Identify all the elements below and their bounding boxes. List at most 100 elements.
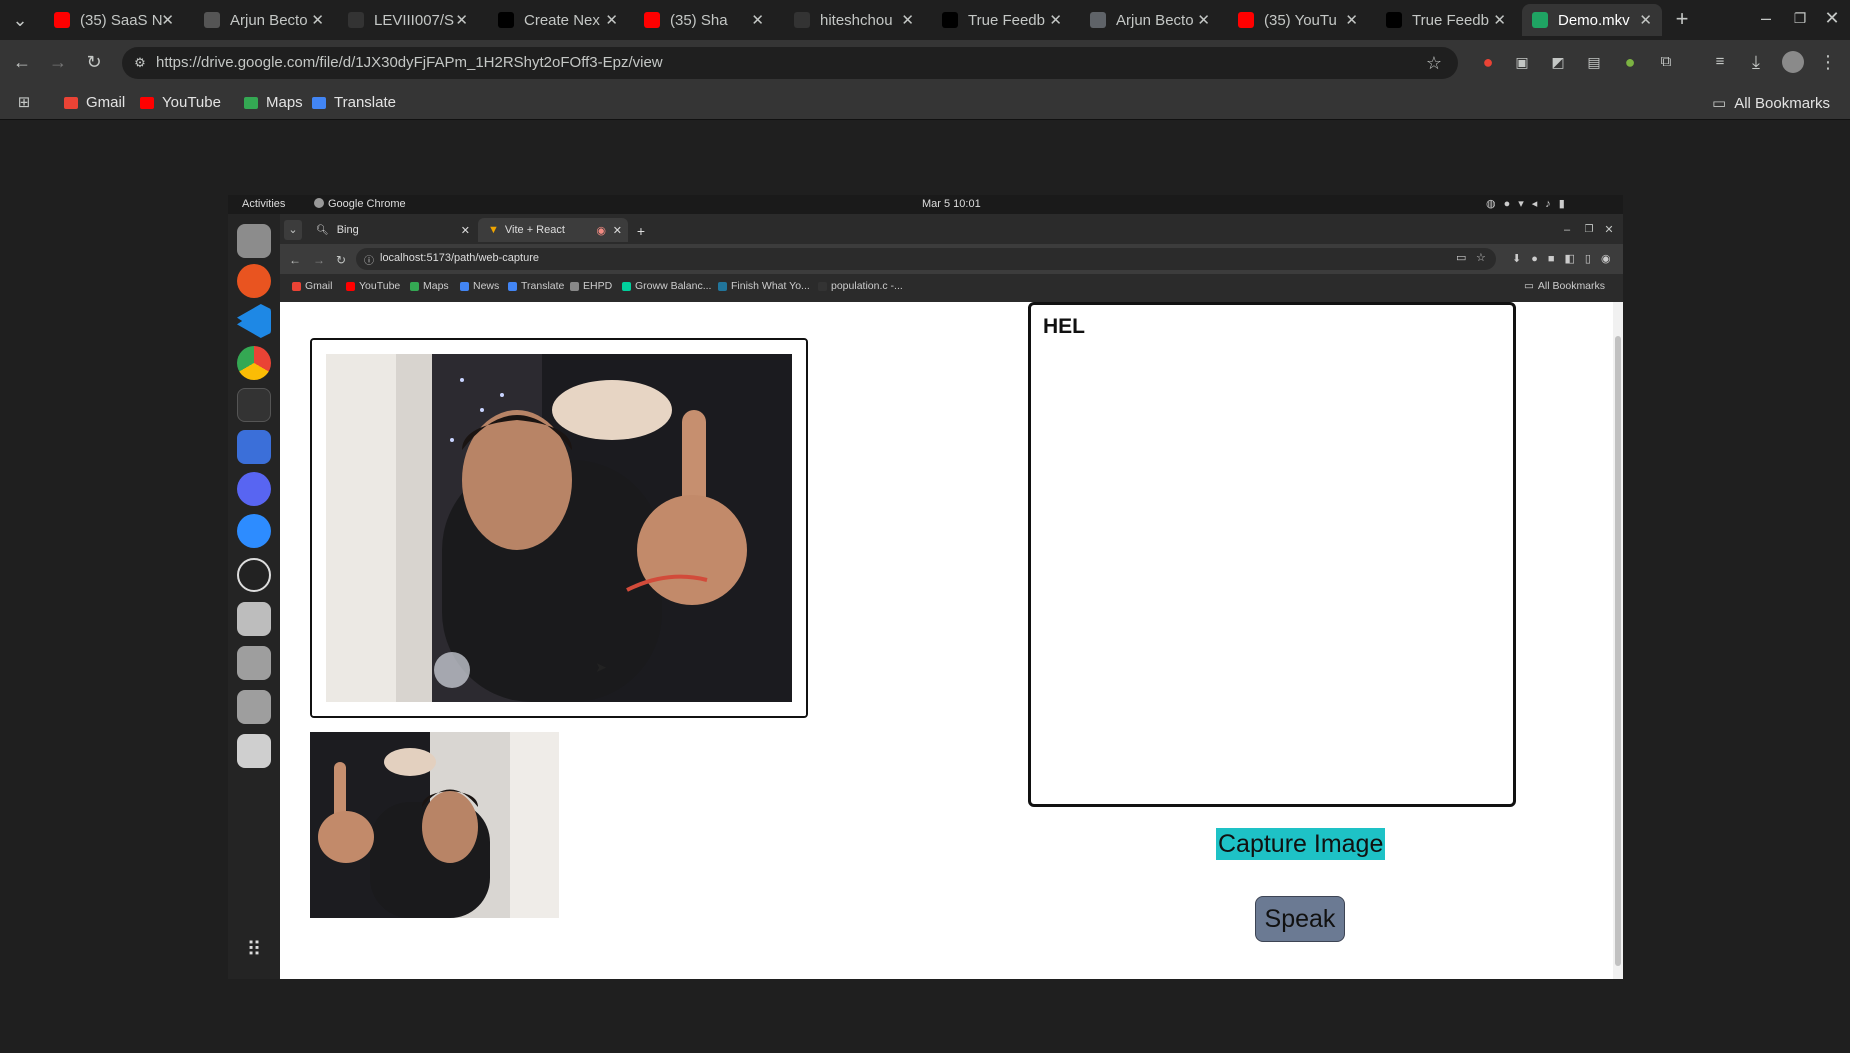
tab-search-icon[interactable]: ⌄ <box>10 10 30 30</box>
inner-bookmark[interactable]: Finish What Yo... <box>718 280 810 292</box>
media-control-icon[interactable]: ≡ <box>1710 52 1730 72</box>
close-tab-icon[interactable]: ✕ <box>901 11 914 29</box>
chrome-icon[interactable] <box>237 346 271 380</box>
bookmark-gmail[interactable]: Gmail <box>64 94 125 111</box>
close-window-icon[interactable]: ✕ <box>1822 8 1842 28</box>
extension-green-icon[interactable]: ● <box>1620 52 1640 72</box>
site-info-icon[interactable]: ⚙ <box>132 53 148 73</box>
extension-icon[interactable]: ▣ <box>1512 52 1532 72</box>
inner-bookmark[interactable]: Maps <box>410 280 449 292</box>
menu-kebab-icon[interactable]: ⋮ <box>1818 52 1838 72</box>
trash-icon[interactable] <box>237 734 271 768</box>
close-tab-icon[interactable]: ✕ <box>1049 11 1062 29</box>
browser-tab[interactable]: True Feedb ✕ <box>1376 4 1516 36</box>
folder-icon: ▭ <box>1712 95 1727 112</box>
all-bookmarks[interactable]: ▭ All Bookmarks <box>1712 94 1830 113</box>
inner-bookmark[interactable]: Gmail <box>292 280 332 292</box>
close-tab-icon[interactable]: ✕ <box>455 11 468 29</box>
browser-tab[interactable]: (35) Sha ✕ <box>634 4 774 36</box>
minimize-icon[interactable]: – <box>1756 8 1776 28</box>
browser-tab[interactable]: Create Nex ✕ <box>488 4 628 36</box>
apps-grid-icon[interactable]: ⊞ <box>14 93 34 113</box>
extension-red-icon[interactable]: ● <box>1478 52 1498 72</box>
editor-app-icon[interactable] <box>237 264 271 298</box>
inner-scrollbar-thumb[interactable] <box>1615 336 1621 966</box>
inner-bookmark[interactable]: Groww Balanc... <box>622 280 711 292</box>
ssd-drive-icon[interactable] <box>237 646 271 680</box>
close-tab-icon[interactable]: ✕ <box>1493 11 1506 29</box>
close-tab-icon[interactable]: ✕ <box>613 224 622 237</box>
bookmark-maps[interactable]: Maps <box>244 94 303 111</box>
inner-extensions[interactable]: ⬇●■◧▯◉⋮ <box>1512 252 1623 265</box>
close-tab-icon[interactable]: ✕ <box>1197 11 1210 29</box>
new-tab-icon[interactable]: + <box>1672 8 1692 30</box>
browser-tab[interactable]: Arjun Becto ✕ <box>1080 4 1220 36</box>
close-tab-icon[interactable]: ✕ <box>1639 11 1652 29</box>
inner-bookmark[interactable]: population.c -... <box>818 280 903 292</box>
show-apps-icon[interactable]: ⠿ <box>242 940 266 960</box>
text-file-icon[interactable] <box>237 602 271 636</box>
inner-reload-icon[interactable]: ↻ <box>334 250 348 270</box>
youtube-icon <box>140 96 154 109</box>
inner-star-icon[interactable]: ☆ <box>1476 251 1486 264</box>
inner-minimize-icon[interactable]: – <box>1560 220 1574 240</box>
inner-bookmark[interactable]: Translate <box>508 280 564 292</box>
browser-tab[interactable]: LEVIII007/S ✕ <box>338 4 478 36</box>
profile-avatar-icon[interactable] <box>1782 51 1804 73</box>
inner-close-icon[interactable]: ✕ <box>1602 220 1616 240</box>
extensions-puzzle-icon[interactable]: ⧉ <box>1656 52 1676 72</box>
speak-button[interactable]: Speak <box>1255 896 1345 942</box>
close-tab-icon[interactable]: ✕ <box>461 224 470 237</box>
browser-tab[interactable]: (35) SaaS N ✕ <box>44 4 184 36</box>
vscode-icon[interactable] <box>237 304 271 338</box>
inner-bookmark[interactable]: EHPD <box>570 280 612 292</box>
inner-back-icon[interactable]: ← <box>288 250 302 270</box>
system-tray[interactable]: ◍●▾◂♪▮ <box>1486 197 1616 210</box>
capture-image-button[interactable]: Capture Image <box>1216 828 1386 860</box>
inner-tab-bing[interactable]: 🔍︎ Bing ✕ <box>306 218 476 242</box>
close-tab-icon[interactable]: ✕ <box>161 11 174 29</box>
close-tab-icon[interactable]: ✕ <box>311 11 324 29</box>
browser-tab[interactable]: (35) YouTu ✕ <box>1228 4 1368 36</box>
inner-forward-icon[interactable]: → <box>312 250 326 270</box>
browser-tab[interactable]: True Feedb ✕ <box>932 4 1072 36</box>
ssd-drive-icon[interactable] <box>237 690 271 724</box>
download-icon[interactable]: ⤓ <box>1746 52 1766 72</box>
close-tab-icon[interactable]: ✕ <box>1345 11 1358 29</box>
bookmark-star-icon[interactable]: ☆ <box>1424 53 1444 73</box>
forward-icon[interactable]: → <box>48 52 68 72</box>
inner-info-icon[interactable]: ⓘ <box>364 252 374 267</box>
activities-button[interactable]: Activities <box>242 198 285 210</box>
files-icon[interactable] <box>237 224 271 258</box>
inner-tab-vite-react[interactable]: ▼ Vite + React ◉ ✕ <box>478 218 628 242</box>
address-bar[interactable]: ⚙ https://drive.google.com/file/d/1JX30d… <box>122 47 1458 79</box>
browser-tab[interactable]: Demo.mkv ✕ <box>1522 4 1662 36</box>
inner-address-bar[interactable]: ⓘ localhost:5173/path/web-capture ▭ ☆ <box>356 248 1496 270</box>
discord-icon[interactable] <box>237 472 271 506</box>
inner-restore-icon[interactable]: ❐ <box>1582 220 1596 240</box>
inner-tab-search-icon[interactable]: ⌄ <box>284 220 302 240</box>
back-icon[interactable]: ← <box>12 52 32 72</box>
close-tab-icon[interactable]: ✕ <box>605 11 618 29</box>
inner-all-bookmarks[interactable]: ▭ All Bookmarks <box>1524 280 1605 292</box>
inner-bookmark[interactable]: YouTube <box>346 280 400 292</box>
bookmark-translate[interactable]: Translate <box>312 94 396 111</box>
inner-new-tab-icon[interactable]: + <box>634 221 648 241</box>
clock[interactable]: Mar 5 10:01 <box>922 198 981 210</box>
inner-bookmark[interactable]: News <box>460 280 499 292</box>
extension-icon[interactable]: ◩ <box>1548 52 1568 72</box>
inner-scrollbar[interactable] <box>1613 302 1623 979</box>
browser-tab[interactable]: Arjun Becto ✕ <box>194 4 334 36</box>
obs-icon[interactable] <box>237 558 271 592</box>
camera-in-use-icon[interactable]: ▭ <box>1456 251 1466 264</box>
reload-icon[interactable]: ↻ <box>84 52 104 72</box>
close-tab-icon[interactable]: ✕ <box>751 11 764 29</box>
browser-tab[interactable]: hiteshchou ✕ <box>784 4 924 36</box>
terminal-icon[interactable] <box>237 388 271 422</box>
bookmark-youtube[interactable]: YouTube <box>140 94 221 111</box>
extension-icon[interactable]: ▤ <box>1584 52 1604 72</box>
restore-icon[interactable]: ❐ <box>1790 8 1810 28</box>
zoom-icon[interactable] <box>237 514 271 548</box>
inner-bookmark-label: Groww Balanc... <box>635 280 712 292</box>
tasks-icon[interactable] <box>237 430 271 464</box>
